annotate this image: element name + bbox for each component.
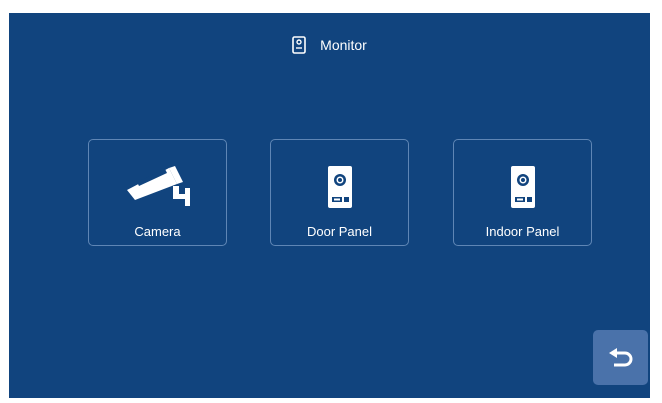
door-panel-tile-label: Door Panel <box>306 224 373 239</box>
page-header: Monitor <box>9 35 650 55</box>
camera-tile[interactable]: Camera <box>88 139 227 246</box>
indoor-panel-tile-label: Indoor Panel <box>485 224 560 239</box>
door-panel-icon <box>327 166 352 208</box>
door-panel-icon <box>292 36 306 54</box>
monitor-screen: Monitor Camera Door Panel Indoor Panel <box>9 13 650 398</box>
door-panel-tile[interactable]: Door Panel <box>270 139 409 246</box>
back-button[interactable] <box>593 330 648 385</box>
indoor-panel-tile[interactable]: Indoor Panel <box>453 139 592 246</box>
camera-tile-label: Camera <box>134 224 181 239</box>
indoor-panel-icon <box>510 166 535 208</box>
cctv-camera-icon <box>126 166 190 206</box>
return-arrow-icon <box>608 347 632 366</box>
page-title: Monitor <box>320 37 367 53</box>
